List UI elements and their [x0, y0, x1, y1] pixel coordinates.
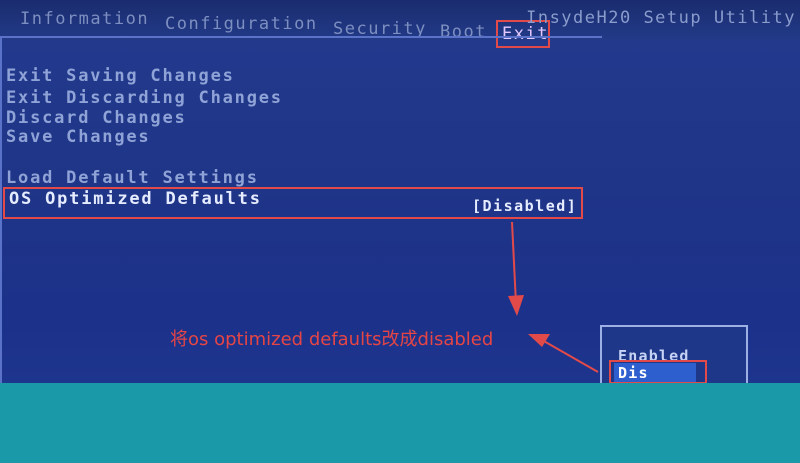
- bios-screen: Information Configuration Security Boot …: [0, 0, 800, 463]
- left-arrow: [528, 334, 599, 373]
- disabled-option-highlight-box: [609, 360, 707, 384]
- bottom-band: [0, 383, 800, 463]
- down-arrow: [508, 221, 524, 316]
- annotation-caption: 将os optimized defaults改成disabled: [170, 329, 494, 350]
